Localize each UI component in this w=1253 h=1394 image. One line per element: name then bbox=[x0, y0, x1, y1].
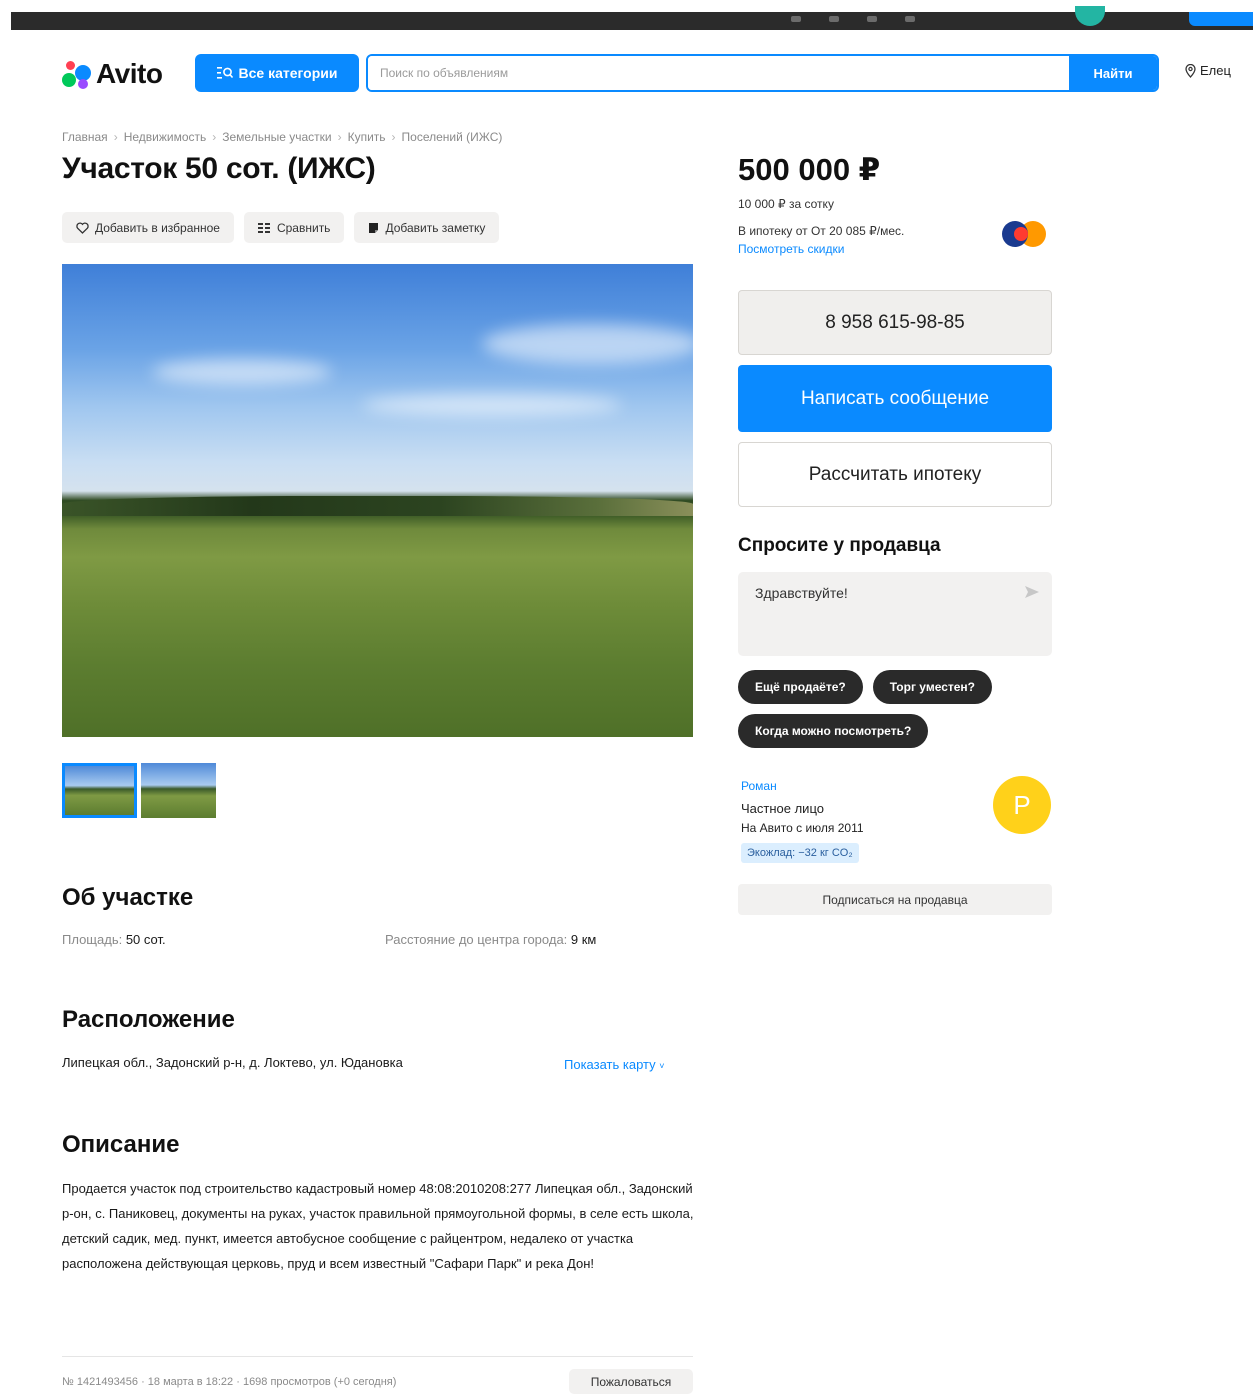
thumbnail-2[interactable] bbox=[141, 763, 216, 818]
breadcrumb-separator: › bbox=[113, 130, 118, 144]
quick-questions: Ещё продаёте? Торг уместен? Когда можно … bbox=[738, 670, 1052, 748]
photo-cloud bbox=[362, 394, 622, 416]
ask-seller-box: Здравствуйте! bbox=[738, 572, 1052, 656]
page-title: Участок 50 сот. (ИЖС) bbox=[62, 152, 376, 185]
top-bar-icons bbox=[791, 16, 941, 22]
show-map-label: Показать карту bbox=[564, 1057, 656, 1072]
thumbnail-1[interactable] bbox=[62, 763, 137, 818]
add-note-button[interactable]: Добавить заметку bbox=[354, 212, 500, 243]
heart-icon bbox=[76, 221, 89, 234]
breadcrumb-item[interactable]: Недвижимость bbox=[124, 130, 207, 144]
breadcrumb-separator: › bbox=[337, 130, 342, 144]
photo-cloud bbox=[152, 359, 332, 385]
all-categories-label: Все категории bbox=[238, 65, 338, 81]
ask-seller-input[interactable]: Здравствуйте! bbox=[738, 572, 1018, 656]
search-input[interactable] bbox=[368, 56, 1069, 90]
price-per-sotka: 10 000 ₽ за сотку bbox=[738, 197, 834, 211]
seller-since: На Авито с июля 2011 bbox=[741, 821, 864, 835]
quick-question-chip[interactable]: Когда можно посмотреть? bbox=[738, 714, 929, 748]
listing-meta: № 1421493456 · 18 марта в 18:22 · 1698 п… bbox=[62, 1376, 397, 1388]
avito-logo[interactable]: Avito bbox=[62, 56, 163, 92]
city-name: Елец bbox=[1200, 63, 1231, 78]
breadcrumb-item[interactable]: Главная bbox=[62, 130, 108, 144]
price: 500 000 ₽ bbox=[738, 152, 881, 187]
add-note-label: Добавить заметку bbox=[385, 220, 486, 235]
quick-question-chip[interactable]: Ещё продаёте? bbox=[738, 670, 863, 704]
send-icon[interactable] bbox=[1024, 584, 1040, 600]
listing-actions: Добавить в избранное Сравнить Добавить з… bbox=[62, 212, 500, 243]
ask-seller-title: Спросите у продавца bbox=[738, 535, 941, 556]
show-phone-button[interactable]: 8 958 615-98-85 bbox=[738, 290, 1052, 355]
footer-divider bbox=[62, 1356, 693, 1357]
location-heading: Расположение bbox=[62, 1006, 235, 1033]
breadcrumb: Главная › Недвижимость › Земельные участки… bbox=[62, 130, 502, 144]
send-message-button[interactable]: Написать сообщение bbox=[738, 365, 1052, 432]
compare-label: Сравнить bbox=[276, 220, 331, 235]
photo-treeline bbox=[62, 496, 693, 516]
user-avatar-icon[interactable] bbox=[1075, 6, 1105, 26]
breadcrumb-item[interactable]: Купить bbox=[348, 130, 386, 144]
eco-badge: Экожлад: −32 кг CO₂ bbox=[741, 843, 859, 863]
area-label: Площадь: bbox=[62, 932, 123, 947]
bank-logo-icon bbox=[1002, 221, 1054, 247]
discounts-link[interactable]: Посмотреть скидки bbox=[738, 242, 844, 256]
description-text: Продается участок под строительство када… bbox=[62, 1181, 694, 1271]
note-icon bbox=[369, 222, 379, 233]
city-selector[interactable]: Елец bbox=[1185, 63, 1231, 78]
distance-label: Расстояние до центра города: bbox=[385, 932, 568, 947]
photo-thumbnails bbox=[62, 763, 216, 818]
seller-avatar[interactable]: Р bbox=[993, 776, 1051, 834]
breadcrumb-item[interactable]: Поселений (ИЖС) bbox=[402, 130, 503, 144]
seller-name-link[interactable]: Роман bbox=[741, 779, 777, 793]
complain-button[interactable]: Пожаловаться bbox=[569, 1369, 693, 1394]
add-to-favorites-label: Добавить в избранное bbox=[95, 220, 220, 235]
avito-logo-icon bbox=[62, 59, 92, 89]
breadcrumb-separator: › bbox=[212, 130, 217, 144]
search-button[interactable]: Найти bbox=[1069, 56, 1157, 90]
about-heading: Об участке bbox=[62, 884, 194, 911]
breadcrumb-separator: › bbox=[391, 130, 396, 144]
photo-cloud bbox=[482, 324, 693, 364]
add-to-favorites-button[interactable]: Добавить в избранное bbox=[62, 212, 234, 243]
categories-search-icon bbox=[216, 67, 233, 79]
distance-value: 9 км bbox=[570, 932, 597, 947]
main-photo[interactable] bbox=[62, 264, 693, 737]
compare-icon bbox=[257, 222, 270, 233]
breadcrumb-item[interactable]: Земельные участки bbox=[222, 130, 331, 144]
location-pin-icon bbox=[1185, 63, 1196, 78]
mortgage-offer: В ипотеку от От 20 085 ₽/мес. bbox=[738, 224, 905, 238]
distance-param: Расстояние до центра города: 9 км bbox=[385, 932, 596, 947]
top-bar bbox=[11, 6, 1253, 30]
search-bar: Найти bbox=[366, 54, 1159, 92]
compare-button[interactable]: Сравнить bbox=[243, 212, 345, 243]
description-heading: Описание bbox=[62, 1131, 180, 1158]
show-map-link[interactable]: Показать карту ˅ bbox=[564, 1057, 665, 1072]
area-param: Площадь: 50 сот. bbox=[62, 932, 166, 947]
area-value: 50 сот. bbox=[125, 932, 166, 947]
seller-type: Частное лицо bbox=[741, 801, 824, 816]
subscribe-seller-button[interactable]: Подписаться на продавца bbox=[738, 884, 1052, 915]
place-ad-button[interactable] bbox=[1189, 12, 1253, 26]
address: Липецкая обл., Задонский р-н, д. Локтево… bbox=[62, 1055, 403, 1070]
calculate-mortgage-button[interactable]: Рассчитать ипотеку bbox=[738, 442, 1052, 507]
quick-question-chip[interactable]: Торг уместен? bbox=[872, 670, 993, 704]
logo-text: Avito bbox=[96, 58, 163, 89]
all-categories-button[interactable]: Все категории bbox=[195, 54, 359, 92]
chevron-down-icon: ˅ bbox=[659, 1061, 665, 1071]
